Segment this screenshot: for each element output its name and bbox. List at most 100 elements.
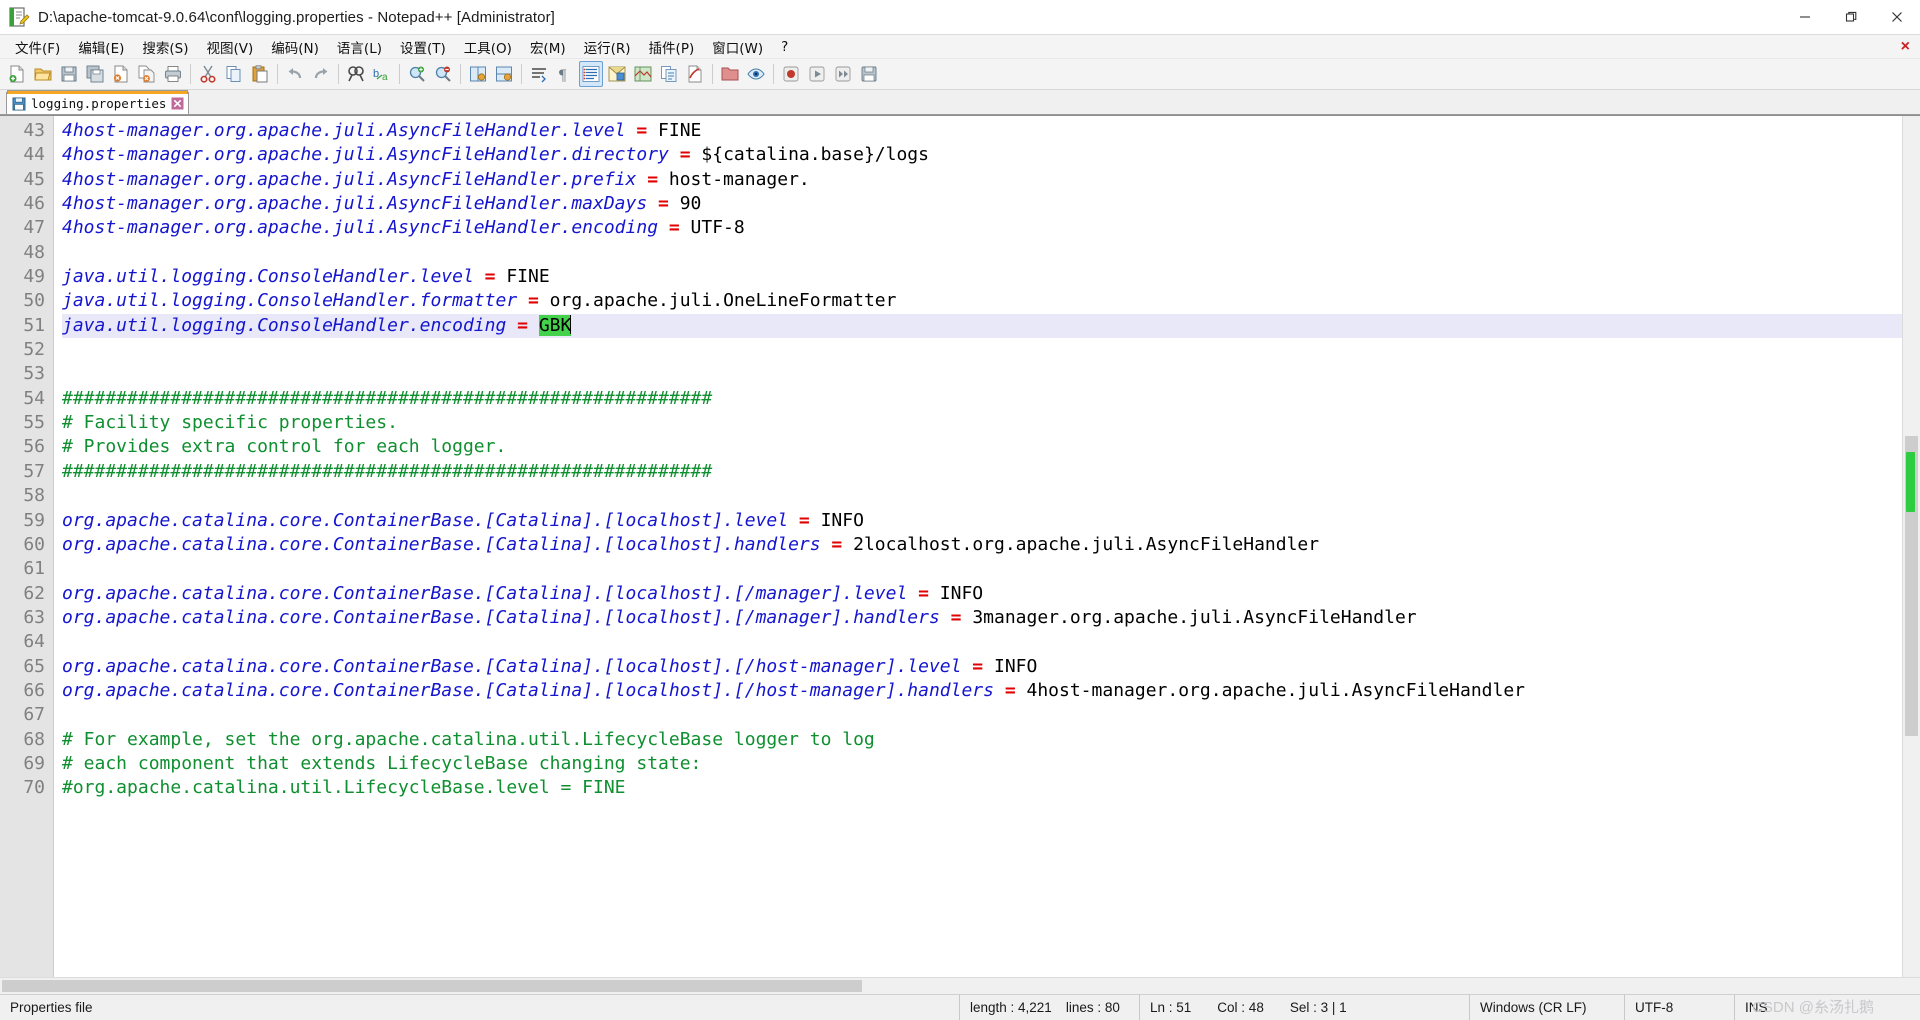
menu-plugins[interactable]: 插件(P): [640, 35, 704, 59]
code-line[interactable]: 4host-manager.org.apache.juli.AsyncFileH…: [62, 192, 1902, 216]
code-line[interactable]: 4host-manager.org.apache.juli.AsyncFileH…: [62, 143, 1902, 167]
code-key: 4host-manager.org.apache.juli.AsyncFileH…: [62, 168, 637, 190]
title-bar: D:\apache-tomcat-9.0.64\conf\logging.pro…: [0, 0, 1920, 35]
code-content[interactable]: 4host-manager.org.apache.juli.AsyncFileH…: [54, 116, 1902, 977]
menu-settings[interactable]: 设置(T): [391, 35, 455, 59]
redo-icon[interactable]: [309, 61, 333, 87]
word-wrap-icon[interactable]: [527, 61, 551, 87]
line-number: 65: [23, 655, 45, 677]
menu-encoding[interactable]: 编码(N): [262, 35, 328, 59]
save-all-icon[interactable]: [83, 61, 107, 87]
scintilla-editor[interactable]: 43 44 45 46 47 48 49 50 51 52 53 54 55 56 57 58 59 60 61 62…: [0, 116, 1902, 977]
print-icon[interactable]: [161, 61, 185, 87]
save-icon[interactable]: [57, 61, 81, 87]
menu-search[interactable]: 搜索(S): [133, 35, 197, 59]
undo-icon[interactable]: [283, 61, 307, 87]
code-key: java.util.logging.ConsoleHandler.level: [62, 266, 474, 288]
code-line[interactable]: # Facility specific properties.: [62, 411, 1902, 435]
code-line[interactable]: 4host-manager.org.apache.juli.AsyncFileH…: [62, 216, 1902, 240]
menu-edit[interactable]: 编辑(E): [69, 35, 133, 59]
code-line[interactable]: ########################################…: [62, 460, 1902, 484]
menu-run[interactable]: 运行(R): [575, 35, 640, 59]
code-line[interactable]: org.apache.catalina.core.ContainerBase.[…: [62, 533, 1902, 557]
sync-vertical-icon[interactable]: [466, 61, 490, 87]
new-file-icon[interactable]: [5, 61, 29, 87]
status-lines: lines : 80: [1065, 1000, 1120, 1015]
close-all-icon[interactable]: [135, 61, 159, 87]
code-line[interactable]: [62, 484, 1902, 508]
menu-help[interactable]: ?: [772, 37, 797, 57]
code-line[interactable]: # each component that extends LifecycleB…: [62, 752, 1902, 776]
close-file-icon[interactable]: [109, 61, 133, 87]
horizontal-scroll-thumb[interactable]: [2, 980, 862, 992]
indent-guide-icon[interactable]: [579, 61, 603, 87]
run-multiple-macro-icon[interactable]: [831, 61, 855, 87]
menu-view[interactable]: 视图(V): [198, 35, 263, 59]
code-line[interactable]: java.util.logging.ConsoleHandler.encodin…: [62, 313, 1902, 339]
code-line[interactable]: 4host-manager.org.apache.juli.AsyncFileH…: [62, 119, 1902, 143]
maximize-button[interactable]: [1828, 0, 1874, 34]
open-file-icon[interactable]: [31, 61, 55, 87]
doc-map-icon[interactable]: [631, 61, 655, 87]
code-line[interactable]: org.apache.catalina.core.ContainerBase.[…: [62, 509, 1902, 533]
monitoring-icon[interactable]: [744, 61, 768, 87]
code-eq: =: [506, 314, 539, 336]
close-icon[interactable]: [171, 97, 184, 110]
code-eq: =: [658, 217, 691, 239]
status-doc-type: Properties file: [0, 995, 960, 1020]
close-button[interactable]: [1874, 0, 1920, 34]
code-comment: ########################################…: [62, 387, 713, 409]
code-eq: =: [636, 168, 669, 190]
code-line[interactable]: ########################################…: [62, 387, 1902, 411]
code-line[interactable]: 4host-manager.org.apache.juli.AsyncFileH…: [62, 168, 1902, 192]
paste-icon[interactable]: [248, 61, 272, 87]
vertical-scrollbar[interactable]: [1902, 116, 1920, 977]
stop-record-icon[interactable]: [779, 61, 803, 87]
code-line[interactable]: org.apache.catalina.core.ContainerBase.[…: [62, 655, 1902, 679]
line-number: 67: [23, 704, 45, 726]
copy-icon[interactable]: [222, 61, 246, 87]
code-line[interactable]: [62, 362, 1902, 386]
menu-file[interactable]: 文件(F): [6, 35, 69, 59]
replace-icon[interactable]: b a: [370, 61, 394, 87]
code-line[interactable]: java.util.logging.ConsoleHandler.level =…: [62, 265, 1902, 289]
menu-macro[interactable]: 宏(M): [521, 35, 575, 59]
code-key: org.apache.catalina.core.ContainerBase.[…: [62, 582, 908, 604]
status-eol-format: Windows (CR LF): [1470, 995, 1625, 1020]
code-line[interactable]: java.util.logging.ConsoleHandler.formatt…: [62, 289, 1902, 313]
code-line[interactable]: [62, 557, 1902, 581]
function-list-icon[interactable]: [657, 61, 681, 87]
code-line[interactable]: org.apache.catalina.core.ContainerBase.[…: [62, 679, 1902, 703]
code-val: INFO: [820, 509, 864, 531]
zoom-out-icon[interactable]: [431, 61, 455, 87]
folder-as-workspace-icon[interactable]: [718, 61, 742, 87]
find-icon[interactable]: [344, 61, 368, 87]
code-line[interactable]: [62, 630, 1902, 654]
sync-horizontal-icon[interactable]: [492, 61, 516, 87]
play-macro-icon[interactable]: [805, 61, 829, 87]
code-line[interactable]: [62, 703, 1902, 727]
menu-window[interactable]: 窗口(W): [703, 35, 772, 59]
code-line[interactable]: org.apache.catalina.core.ContainerBase.[…: [62, 606, 1902, 630]
menu-language[interactable]: 语言(L): [328, 35, 391, 59]
record-macro-icon[interactable]: [683, 61, 707, 87]
menu-tools[interactable]: 工具(O): [455, 35, 521, 59]
code-val: INFO: [993, 655, 1038, 677]
show-all-chars-icon[interactable]: ¶: [553, 61, 577, 87]
zoom-in-icon[interactable]: [405, 61, 429, 87]
code-comment: #org.apache.catalina.util.LifecycleBase.…: [62, 777, 626, 799]
code-line[interactable]: [62, 241, 1902, 265]
line-number: 46: [23, 193, 45, 215]
close-document-button[interactable]: ×: [1901, 38, 1920, 56]
code-line[interactable]: # Provides extra control for each logger…: [62, 435, 1902, 459]
code-line[interactable]: # For example, set the org.apache.catali…: [62, 728, 1902, 752]
save-macro-icon[interactable]: [857, 61, 881, 87]
code-line[interactable]: [62, 338, 1902, 362]
tab-logging-properties[interactable]: logging.properties: [6, 90, 190, 114]
cut-icon[interactable]: [196, 61, 220, 87]
horizontal-scrollbar[interactable]: [0, 978, 1903, 994]
minimize-button[interactable]: [1782, 0, 1828, 34]
user-define-dialog-icon[interactable]: [605, 61, 629, 87]
code-line[interactable]: org.apache.catalina.core.ContainerBase.[…: [62, 582, 1902, 606]
code-line[interactable]: #org.apache.catalina.util.LifecycleBase.…: [62, 776, 1902, 800]
